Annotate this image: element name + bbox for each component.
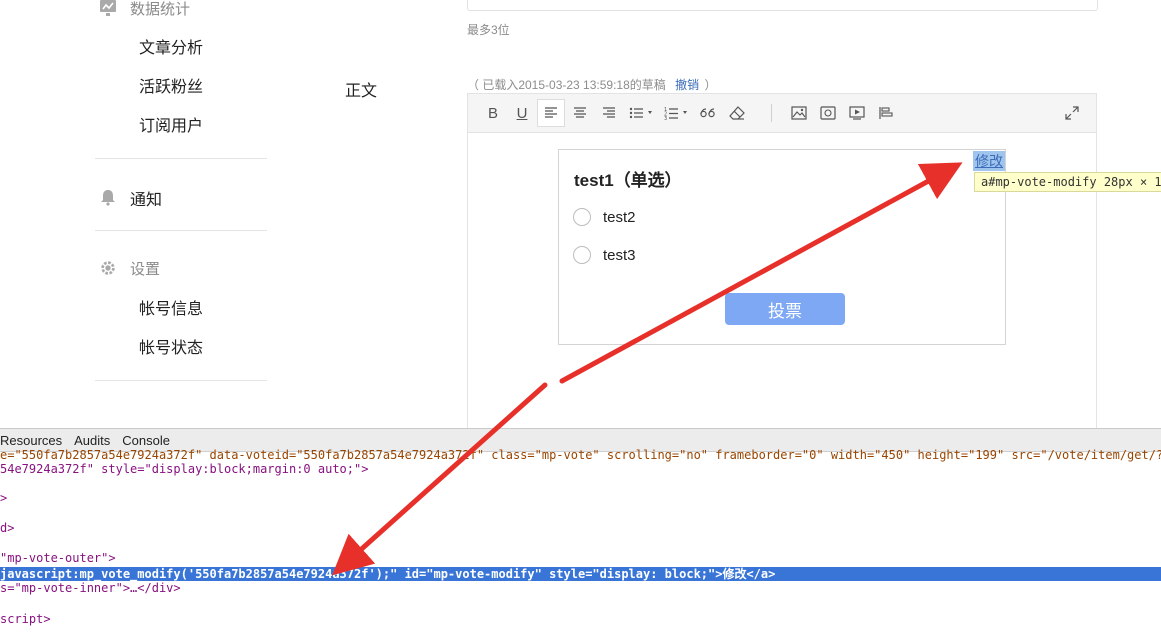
align-center-button[interactable]	[566, 99, 594, 127]
author-input[interactable]	[467, 0, 1098, 11]
dom-line[interactable]: e="550fa7b2857a54e7924a372f" data-voteid…	[0, 448, 1161, 462]
chart-icon	[98, 0, 118, 19]
vote-title: test1（单选）	[574, 171, 682, 190]
bold-icon: B	[487, 104, 498, 122]
vote-option[interactable]: test2	[573, 208, 636, 226]
underline-icon: U	[516, 104, 528, 122]
vote-option[interactable]: test3	[573, 246, 636, 264]
radio-icon[interactable]	[573, 208, 591, 226]
dom-line[interactable]: d>	[0, 521, 14, 535]
quote-icon	[700, 108, 715, 118]
sidebar-item-subscribers[interactable]: 订阅用户	[139, 112, 203, 136]
sidebar-item-label: 通知	[130, 192, 163, 209]
align-right-button[interactable]	[595, 99, 623, 127]
svg-text:3: 3	[664, 116, 667, 120]
draft-notice-text: （ 已载入2015-03-23 13:59:18的草稿	[467, 78, 666, 92]
bullet-list-icon	[629, 107, 652, 119]
sidebar-divider	[95, 380, 267, 381]
dom-line-selected[interactable]: javascript:mp_vote_modify('550fa7b2857a5…	[0, 567, 1161, 581]
vote-option-label: test3	[603, 246, 636, 264]
sidebar: 数据统计 文章分析 活跃粉丝 订阅用户 通知 设置 帐号信息 帐号状态	[0, 0, 300, 428]
image-icon	[791, 106, 807, 120]
dom-line[interactable]: script>	[0, 612, 51, 626]
eraser-icon	[729, 106, 745, 120]
gallery-icon	[820, 106, 836, 120]
dom-line[interactable]: s="mp-vote-inner">…</div>	[0, 581, 181, 595]
sidebar-divider	[95, 158, 267, 159]
numbered-list-icon: 123	[664, 107, 687, 120]
tab-resources[interactable]: Resources	[0, 433, 62, 448]
sidebar-item-active-fans[interactable]: 活跃粉丝	[139, 73, 203, 97]
draft-notice-close: ）	[704, 78, 717, 92]
insert-gallery-button[interactable]	[814, 99, 842, 127]
align-right-icon	[603, 107, 615, 118]
video-icon	[849, 106, 865, 120]
sidebar-item-notify[interactable]: 通知	[98, 186, 162, 210]
radio-icon[interactable]	[573, 246, 591, 264]
draft-notice: （ 已载入2015-03-23 13:59:18的草稿 撤销 ）	[467, 76, 716, 93]
sidebar-item-account-info[interactable]: 帐号信息	[139, 295, 203, 319]
vote-option-label: test2	[603, 208, 636, 226]
vote-submit-button[interactable]: 投票	[725, 293, 845, 325]
fullscreen-button[interactable]	[1058, 99, 1086, 127]
insert-image-button[interactable]	[785, 99, 813, 127]
devtools-panel: Resources Audits Console e="550fa7b2857a…	[0, 428, 1161, 636]
editor-toolbar: B U 123	[467, 93, 1097, 133]
sidebar-item-account-status[interactable]: 帐号状态	[139, 334, 203, 358]
gear-icon	[98, 259, 118, 279]
align-left-button[interactable]	[537, 99, 565, 127]
align-center-icon	[574, 107, 586, 118]
vote-icon	[879, 107, 893, 119]
dom-line[interactable]: "mp-vote-outer">	[0, 551, 116, 565]
sidebar-group-settings[interactable]: 设置	[98, 258, 160, 279]
dom-line[interactable]: 54e7924a372f" style="display:block;margi…	[0, 462, 368, 476]
clear-format-button[interactable]	[723, 99, 751, 127]
align-left-icon	[545, 107, 557, 118]
sidebar-item-article-analysis[interactable]: 文章分析	[139, 34, 203, 58]
tab-audits[interactable]: Audits	[74, 433, 110, 448]
bell-icon	[98, 188, 118, 208]
draft-undo-link[interactable]: 撤销	[675, 78, 699, 92]
insert-video-button[interactable]	[843, 99, 871, 127]
sidebar-group-label: 数据统计	[130, 1, 191, 18]
sidebar-divider	[95, 230, 267, 231]
numbered-list-button[interactable]: 123	[659, 99, 693, 127]
bullet-list-button[interactable]	[624, 99, 658, 127]
insert-vote-button[interactable]	[872, 99, 900, 127]
body-label: 正文	[345, 83, 378, 100]
vote-card: test1（单选） test2 test3 投票	[558, 149, 1006, 345]
author-hint: 最多3位	[467, 23, 510, 37]
underline-button[interactable]: U	[508, 99, 536, 127]
quote-button[interactable]	[694, 99, 722, 127]
bold-button[interactable]: B	[479, 99, 507, 127]
sidebar-group-stats[interactable]: 数据统计	[98, 0, 190, 19]
expand-icon	[1065, 106, 1079, 120]
sidebar-group-label: 设置	[130, 261, 161, 278]
vote-modify-link[interactable]: 修改	[973, 151, 1005, 171]
inspector-tooltip: a#mp-vote-modify 28px × 16	[974, 172, 1161, 192]
dom-line[interactable]: >	[0, 491, 7, 505]
toolbar-separator	[771, 104, 772, 122]
tab-console[interactable]: Console	[122, 433, 170, 448]
